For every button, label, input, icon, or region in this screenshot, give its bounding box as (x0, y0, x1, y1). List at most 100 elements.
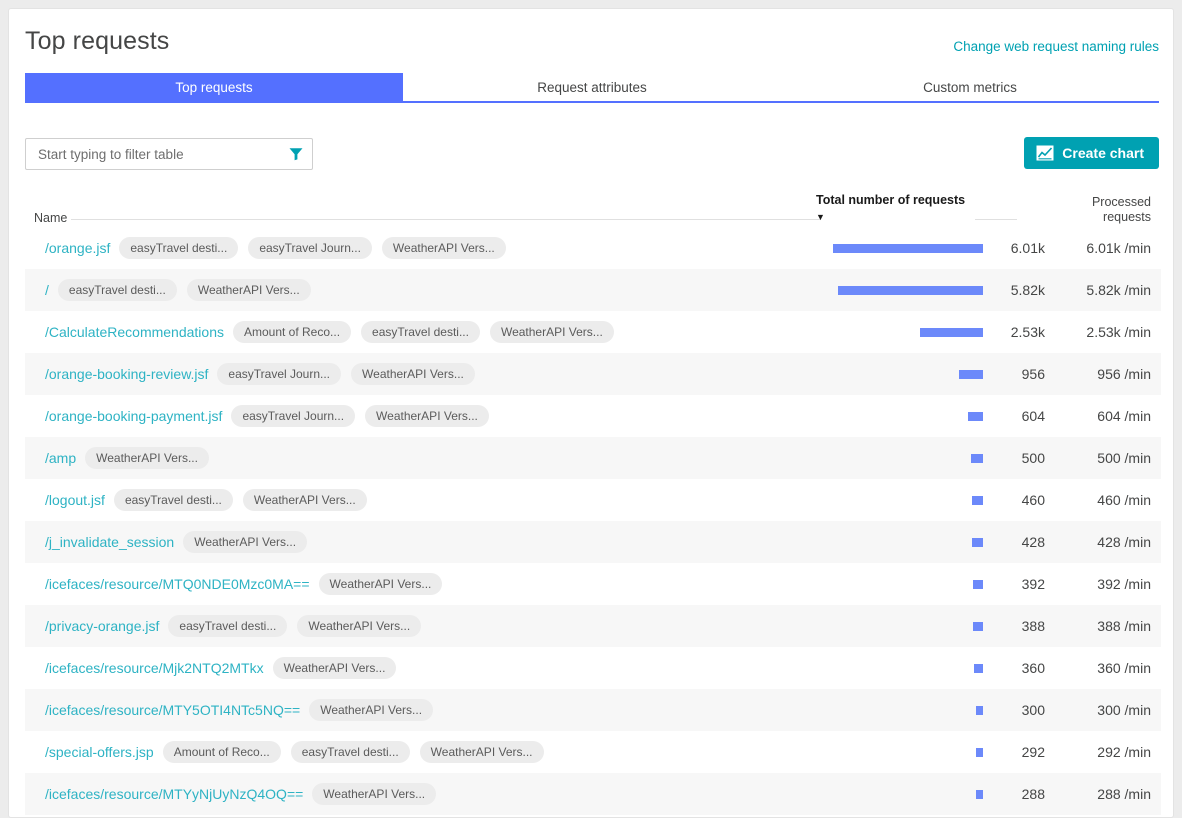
tab-custom-metrics[interactable]: Custom metrics (781, 73, 1159, 103)
request-name-link[interactable]: /j_invalidate_session (45, 534, 174, 550)
attribute-chip[interactable]: WeatherAPI Vers... (318, 573, 443, 595)
tab-request-attributes[interactable]: Request attributes (403, 73, 781, 103)
attribute-chip[interactable]: easyTravel desti... (168, 615, 288, 637)
table-row[interactable]: /orange.jsf easyTravel desti... easyTravel… (25, 227, 1161, 269)
filter-table-box[interactable] (25, 138, 313, 170)
table-row[interactable]: /special-offers.jsp Amount of Reco... easy… (25, 731, 1161, 773)
table-row[interactable]: /logout.jsf easyTravel desti... WeatherAPI… (25, 479, 1161, 521)
attribute-chip[interactable]: Amount of Reco... (232, 321, 352, 343)
tab-top-requests[interactable]: Top requests (25, 73, 403, 103)
total-requests-bar-cell (811, 521, 983, 563)
attribute-chip[interactable]: easyTravel desti... (119, 237, 239, 259)
processed-requests-value: 604 /min (1097, 408, 1151, 424)
request-name-link[interactable]: /special-offers.jsp (45, 744, 154, 760)
table-row[interactable]: /orange-booking-payment.jsf easyTravel Jo… (25, 395, 1161, 437)
attribute-chip[interactable]: easyTravel Journ... (231, 405, 356, 427)
processed-requests-value: 956 /min (1097, 366, 1151, 382)
request-name-cell: /amp WeatherAPI Vers... (45, 437, 219, 479)
request-name-link[interactable]: /CalculateRecommendations (45, 324, 224, 340)
total-requests-bar (959, 369, 983, 379)
attribute-chip[interactable]: WeatherAPI Vers... (489, 321, 614, 343)
request-name-link[interactable]: /logout.jsf (45, 492, 105, 508)
request-name-link[interactable]: /orange.jsf (45, 240, 110, 256)
attribute-chip[interactable]: WeatherAPI Vers... (242, 489, 367, 511)
attribute-chip[interactable]: WeatherAPI Vers... (381, 237, 506, 259)
attribute-chip[interactable]: WeatherAPI Vers... (419, 741, 544, 763)
column-header-processed-line2: requests (1103, 210, 1151, 224)
request-name-link[interactable]: /icefaces/resource/MTY5OTI4NTc5NQ== (45, 702, 300, 718)
search-input[interactable] (36, 145, 288, 163)
attribute-chip[interactable]: WeatherAPI Vers... (186, 279, 311, 301)
top-requests-table: Name Total number of requests ▼ Processe… (25, 183, 1161, 815)
attribute-chip[interactable]: WeatherAPI Vers... (183, 531, 308, 553)
table-row[interactable]: /j_invalidate_session WeatherAPI Vers... 4… (25, 521, 1161, 563)
table-row[interactable]: /icefaces/resource/MTY5OTI4NTc5NQ== Weath… (25, 689, 1161, 731)
request-name-cell: /privacy-orange.jsf easyTravel desti... We… (45, 605, 431, 647)
create-chart-label: Create chart (1062, 145, 1144, 161)
table-row[interactable]: /CalculateRecommendations Amount of Reco.… (25, 311, 1161, 353)
funnel-icon[interactable] (288, 146, 304, 162)
create-chart-button[interactable]: Create chart (1024, 137, 1159, 169)
request-name-link[interactable]: /orange-booking-payment.jsf (45, 408, 222, 424)
request-name-link[interactable]: /orange-booking-review.jsf (45, 366, 208, 382)
request-name-link[interactable]: /icefaces/resource/MTYyNjUyNzQ4OQ== (45, 786, 303, 802)
page-title: Top requests (25, 27, 170, 55)
total-requests-bar-cell (811, 731, 983, 773)
attribute-chip[interactable]: easyTravel desti... (361, 321, 480, 343)
request-name-link[interactable]: /privacy-orange.jsf (45, 618, 159, 634)
table-row[interactable]: /icefaces/resource/MTQ0NDE0Mzc0MA== Weath… (25, 563, 1161, 605)
attribute-chip[interactable]: WeatherAPI Vers... (351, 363, 475, 385)
processed-requests-value: 428 /min (1097, 534, 1151, 550)
processed-requests-value: 6.01k /min (1086, 240, 1151, 256)
total-requests-bar-cell (811, 269, 983, 311)
attribute-chip[interactable]: easyTravel desti... (113, 489, 233, 511)
attribute-chip[interactable]: WeatherAPI Vers... (312, 783, 437, 805)
total-requests-bar (972, 537, 983, 547)
total-requests-bar (976, 747, 983, 757)
processed-requests-value: 392 /min (1097, 576, 1151, 592)
table-row[interactable]: /orange-booking-review.jsf easyTravel Jou… (25, 353, 1161, 395)
column-header-name-rule (71, 219, 821, 220)
processed-requests-value: 388 /min (1097, 618, 1151, 634)
processed-requests-value: 2.53k /min (1086, 324, 1151, 340)
total-requests-bar-cell (811, 437, 983, 479)
attribute-chip[interactable]: easyTravel Journ... (248, 237, 372, 259)
request-name-cell: /special-offers.jsp Amount of Reco... easy… (45, 731, 554, 773)
request-name-cell: /orange-booking-payment.jsf easyTravel Jo… (45, 395, 499, 437)
attribute-chip[interactable]: easyTravel desti... (57, 279, 177, 301)
request-name-link[interactable]: /icefaces/resource/Mjk2NTQ2MTkx (45, 660, 264, 676)
table-row[interactable]: /amp WeatherAPI Vers... 500 500 /min (25, 437, 1161, 479)
processed-requests-value: 288 /min (1097, 786, 1151, 802)
request-name-cell: /logout.jsf easyTravel desti... WeatherAPI… (45, 479, 377, 521)
total-requests-bar-cell (811, 395, 983, 437)
table-row[interactable]: /icefaces/resource/Mjk2NTQ2MTkx WeatherAP… (25, 647, 1161, 689)
request-name-link[interactable]: /amp (45, 450, 76, 466)
attribute-chip[interactable]: WeatherAPI Vers... (272, 657, 397, 679)
tab-bar: Top requests Request attributes Custom met… (25, 73, 1159, 107)
total-requests-bar (973, 579, 983, 589)
change-web-request-naming-rules-link[interactable]: Change web request naming rules (953, 39, 1159, 54)
processed-requests-value: 500 /min (1097, 450, 1151, 466)
table-row[interactable]: /privacy-orange.jsf easyTravel desti... We… (25, 605, 1161, 647)
table-row[interactable]: /icefaces/resource/MTYyNjUyNzQ4OQ== Weath… (25, 773, 1161, 815)
attribute-chip[interactable]: Amount of Reco... (162, 741, 281, 763)
request-name-cell: /CalculateRecommendations Amount of Reco.… (45, 311, 624, 353)
attribute-chip[interactable]: WeatherAPI Vers... (365, 405, 489, 427)
total-requests-bar (838, 285, 983, 295)
table-header-row: Name Total number of requests ▼ Processe… (25, 183, 1161, 227)
table-row[interactable]: / easyTravel desti... WeatherAPI Vers... 5.… (25, 269, 1161, 311)
attribute-chip[interactable]: WeatherAPI Vers... (297, 615, 422, 637)
request-name-link[interactable]: / (45, 282, 49, 298)
request-name-link[interactable]: /icefaces/resource/MTQ0NDE0Mzc0MA== (45, 576, 310, 592)
total-requests-bar-cell (811, 647, 983, 689)
attribute-chip[interactable]: easyTravel Journ... (217, 363, 342, 385)
column-header-processed-requests[interactable]: Processed requests (1092, 195, 1151, 225)
column-header-total-rule (975, 219, 1017, 220)
column-header-total-requests[interactable]: Total number of requests ▼ (816, 193, 965, 225)
total-requests-bar-cell (811, 227, 983, 269)
attribute-chip[interactable]: easyTravel desti... (290, 741, 410, 763)
column-header-name[interactable]: Name (34, 211, 67, 225)
attribute-chip[interactable]: WeatherAPI Vers... (85, 447, 209, 469)
attribute-chip[interactable]: WeatherAPI Vers... (309, 699, 434, 721)
column-header-processed-line1: Processed (1091, 195, 1151, 209)
